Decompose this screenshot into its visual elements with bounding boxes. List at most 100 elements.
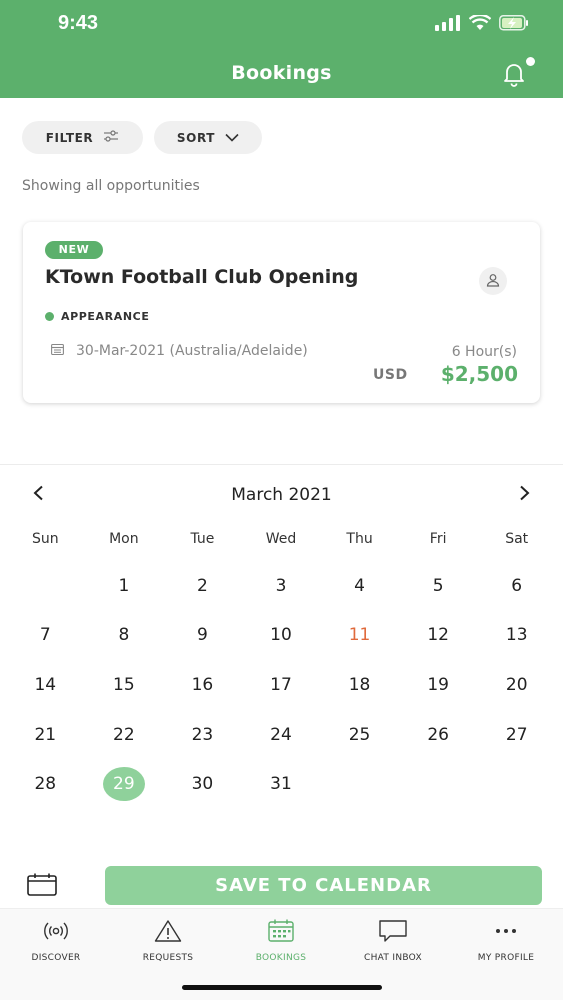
status-badge: NEW: [45, 241, 103, 259]
weekday-label: Mon: [109, 531, 139, 547]
calendar-day-9[interactable]: 9: [163, 611, 242, 661]
calendar-day-16[interactable]: 16: [163, 660, 242, 710]
calendar-day-number: 12: [427, 625, 449, 646]
calendar-day-10[interactable]: 10: [242, 611, 321, 661]
contact-person-button[interactable]: [479, 267, 507, 295]
calendar-day-12[interactable]: 12: [399, 611, 478, 661]
header-bar: 9:43 Bookings: [0, 0, 563, 98]
tab-chat-inbox[interactable]: CHAT INBOX: [337, 919, 449, 963]
booking-date-row: 30-Mar-2021 (Australia/Adelaide): [51, 343, 308, 359]
calendar-day-23[interactable]: 23: [163, 710, 242, 760]
page-title: Bookings: [231, 62, 332, 84]
calendar-day-number: 22: [113, 724, 135, 745]
calendar-day-number: 20: [505, 674, 528, 695]
save-to-calendar-button[interactable]: SAVE TO CALENDAR: [105, 866, 542, 905]
calendar-day-number: 19: [427, 674, 449, 695]
more-dots-icon: [492, 919, 520, 947]
calendar-day-28[interactable]: 28: [6, 759, 85, 809]
calendar-day-number: 16: [191, 674, 214, 695]
tab-discover[interactable]: DISCOVER: [0, 919, 112, 963]
calendar-day-number: 6: [511, 575, 523, 596]
calendar-day-number: 5: [432, 575, 444, 596]
calendar-day-number: 26: [427, 724, 449, 745]
tab-label: MY PROFILE: [477, 953, 535, 963]
calendar-day-number: 3: [275, 575, 287, 596]
person-icon: [486, 272, 500, 291]
calendar-day-20[interactable]: 20: [477, 660, 556, 710]
calendar-day-19[interactable]: 19: [399, 660, 478, 710]
calendar-days-grid: 1 2 3 4 5 6 7 8 9 10 11 12 13 14 15 16 17 18 19 20 21 22 23 24 2…: [6, 561, 556, 809]
calendar-day-1[interactable]: 1: [85, 561, 164, 611]
calendar-day-number: 18: [348, 674, 371, 695]
notification-dot: [526, 57, 535, 66]
filter-button[interactable]: FILTER: [22, 121, 143, 154]
calendar-day-26[interactable]: 26: [399, 710, 478, 760]
calendar-day-15[interactable]: 15: [85, 660, 164, 710]
calendar-day-number: 7: [39, 625, 51, 646]
next-month-button[interactable]: [513, 483, 537, 507]
tab-label: DISCOVER: [31, 953, 81, 963]
status-time: 9:43: [58, 12, 99, 34]
calendar-day-24[interactable]: 24: [242, 710, 321, 760]
calendar-day-number: 25: [348, 724, 371, 745]
sort-button[interactable]: SORT: [154, 121, 262, 154]
calendar-day-7[interactable]: 7: [6, 611, 85, 661]
calendar-day-number: 10: [270, 625, 292, 646]
calendar-day-18[interactable]: 18: [320, 660, 399, 710]
calendar-icon[interactable]: [27, 873, 57, 901]
chat-bubble-icon: [378, 919, 408, 947]
calendar-day-4[interactable]: 4: [320, 561, 399, 611]
calendar-day-3[interactable]: 3: [242, 561, 321, 611]
sort-label: SORT: [176, 130, 216, 145]
booking-title: KTown Football Club Opening: [45, 266, 359, 288]
calendar-day-25[interactable]: 25: [320, 710, 399, 760]
calendar-day-number: 27: [505, 724, 528, 745]
weekday-label: Tue: [190, 531, 215, 547]
calendar-weekday-header: Sun Mon Tue Wed Thu Fri Sat: [6, 531, 556, 547]
calendar-day-number: 11: [348, 625, 371, 646]
calendar-day-21[interactable]: 21: [6, 710, 85, 760]
tab-requests[interactable]: REQUESTS: [112, 919, 224, 963]
chevron-right-icon: [519, 485, 531, 505]
calendar-day-number: 31: [270, 774, 292, 795]
calendar-day-number: 14: [34, 674, 57, 695]
status-icons: [435, 13, 529, 35]
home-indicator: [182, 985, 382, 990]
booking-price: $2,500: [440, 362, 518, 386]
calendar-day-5[interactable]: 5: [399, 561, 478, 611]
weekday-label: Thu: [346, 531, 373, 547]
calendar-day-11[interactable]: 11: [320, 611, 399, 661]
tab-label: CHAT INBOX: [364, 953, 422, 963]
calendar-day-31[interactable]: 31: [242, 759, 321, 809]
calendar-small-icon: [51, 343, 64, 359]
calendar-day-2[interactable]: 2: [163, 561, 242, 611]
calendar-day-17[interactable]: 17: [242, 660, 321, 710]
calendar-day-number: 28: [34, 774, 57, 795]
type-dot: [45, 312, 54, 321]
tab-my-profile[interactable]: MY PROFILE: [450, 919, 562, 963]
calendar-day-number: 29: [102, 767, 145, 802]
calendar-grid-icon: [267, 919, 295, 947]
calendar-day-8[interactable]: 8: [85, 611, 164, 661]
results-summary: Showing all opportunities: [22, 178, 200, 194]
calendar-day-number: 24: [270, 724, 292, 745]
calendar-day-29[interactable]: 29: [85, 759, 164, 809]
weekday-label: Fri: [429, 531, 447, 547]
booking-currency: USD: [373, 367, 408, 383]
calendar-day-number: 15: [113, 674, 135, 695]
calendar-day-27[interactable]: 27: [477, 710, 556, 760]
weekday-label: Sat: [505, 531, 529, 547]
calendar-day-13[interactable]: 13: [477, 611, 556, 661]
tab-bookings[interactable]: BOOKINGS: [225, 919, 337, 963]
calendar-day-6[interactable]: 6: [477, 561, 556, 611]
calendar-day-number: 8: [118, 625, 130, 646]
calendar-day-22[interactable]: 22: [85, 710, 164, 760]
notifications-bell-icon[interactable]: [500, 60, 528, 92]
booking-card[interactable]: NEW KTown Football Club Opening APPEARAN…: [23, 222, 540, 403]
calendar-day-number: 2: [197, 575, 208, 596]
calendar-day-14[interactable]: 14: [6, 660, 85, 710]
booking-duration: 6 Hour(s): [451, 344, 517, 360]
calendar-day-30[interactable]: 30: [163, 759, 242, 809]
weekday-label: Wed: [265, 531, 297, 547]
sliders-icon: [103, 130, 119, 145]
